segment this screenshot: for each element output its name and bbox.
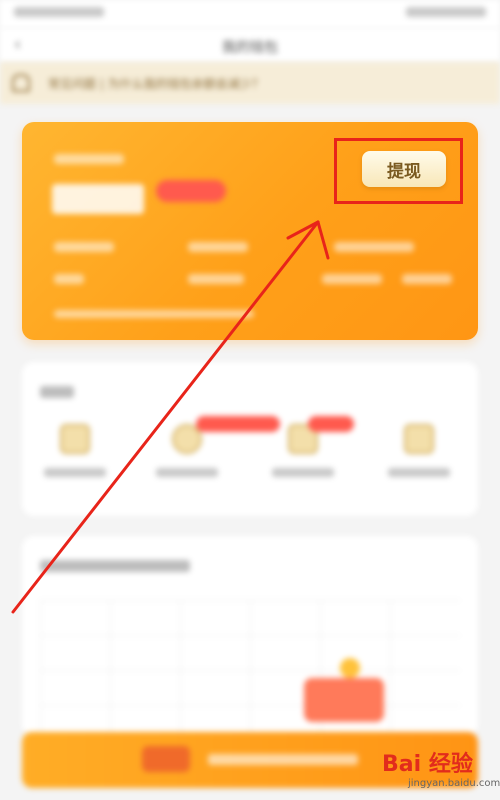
watermark-brand: Bai 经验: [382, 752, 473, 777]
watermark-site: jingyan.baidu.com: [408, 778, 500, 789]
annotation-arrow: [11, 220, 330, 614]
arrow-head-right: [316, 220, 330, 260]
baidu-jingyan-watermark: Bai 经验 jingyan.baidu.com: [382, 744, 500, 794]
arrow-shaft: [11, 220, 320, 614]
